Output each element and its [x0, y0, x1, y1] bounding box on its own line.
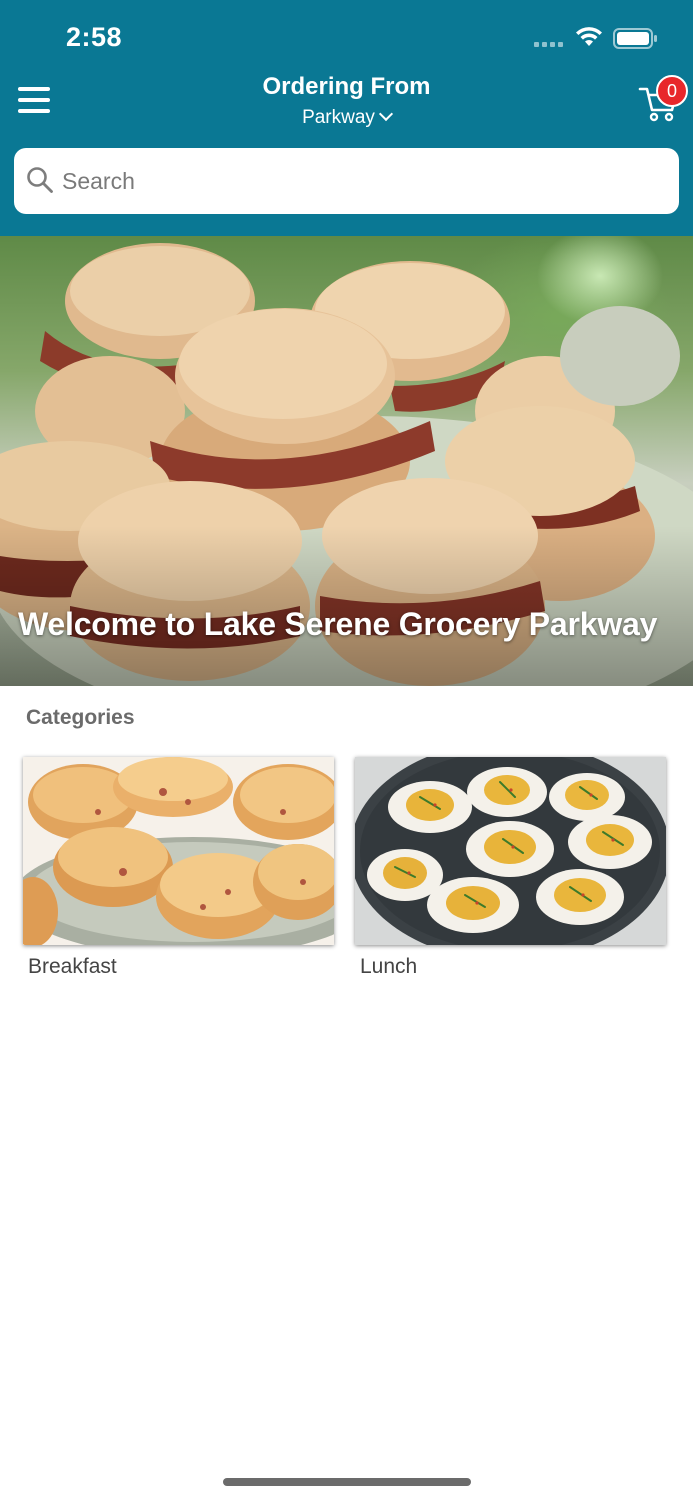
wifi-icon	[576, 27, 602, 46]
app-header: 2:58 Ordering From Parkway 0	[0, 0, 693, 236]
status-bar-time: 2:58	[66, 22, 123, 52]
cellular-signal-icon	[534, 42, 564, 48]
search-icon	[27, 167, 53, 193]
hero-banner: Welcome to Lake Serene Grocery Parkway	[0, 236, 693, 686]
category-card-breakfast[interactable]	[23, 757, 334, 945]
location-selector[interactable]: Parkway	[0, 106, 693, 129]
category-label-breakfast[interactable]: Breakfast	[28, 955, 117, 979]
category-card-lunch[interactable]	[355, 757, 666, 945]
hero-title: Welcome to Lake Serene Grocery Parkway	[18, 606, 658, 642]
cart-count-badge: 0	[656, 75, 688, 107]
lunch-image	[355, 757, 666, 945]
search-input[interactable]	[62, 148, 662, 214]
chevron-down-icon	[378, 106, 393, 122]
ordering-from-title: Ordering From	[262, 73, 431, 100]
battery-icon	[613, 28, 657, 49]
category-label-lunch[interactable]: Lunch	[360, 955, 417, 979]
home-indicator[interactable]	[223, 1478, 471, 1486]
breakfast-image	[23, 757, 334, 945]
location-label: Parkway	[302, 107, 375, 128]
categories-heading: Categories	[26, 706, 135, 729]
